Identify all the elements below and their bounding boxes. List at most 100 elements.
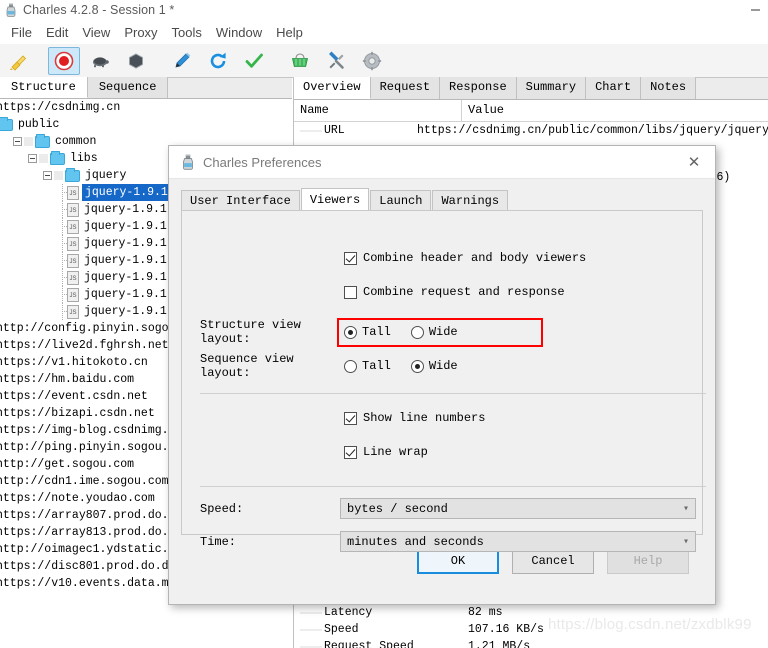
checkbox-box-icon[interactable] [344, 445, 357, 459]
tree-row-label: https://live2d.fghrsh.net [0, 339, 169, 352]
validate-check-icon[interactable] [238, 47, 270, 75]
tab-viewers[interactable]: Viewers [300, 188, 370, 211]
overview-row[interactable]: Request Speed 1.21 MB/s [294, 638, 768, 648]
tab-response[interactable]: Response [440, 77, 517, 99]
dialog-title-bar: Charles Preferences ✕ [169, 146, 715, 179]
tab-summary[interactable]: Summary [516, 77, 587, 99]
tab-request[interactable]: Request [370, 77, 441, 99]
tools-wrench-icon[interactable] [320, 47, 352, 75]
tree-connector [58, 184, 67, 201]
tree-connector [300, 625, 322, 634]
tree-row-label: https://note.youdao.com [0, 492, 155, 505]
clear-session-icon[interactable] [2, 47, 34, 75]
tab-structure[interactable]: Structure [0, 77, 88, 98]
expander-collapse-icon[interactable] [43, 171, 52, 180]
tab-overview[interactable]: Overview [294, 77, 371, 99]
js-file-icon: JS [67, 202, 79, 217]
radio-structure-tall[interactable]: Tall [344, 325, 391, 339]
menu-item-view[interactable]: View [75, 23, 117, 42]
overview-column-headers: Name Value [294, 100, 768, 122]
menu-item-file[interactable]: File [4, 23, 39, 42]
tree-connector [300, 608, 322, 617]
settings-gear-icon[interactable] [356, 47, 388, 75]
throttle-turtle-icon[interactable] [84, 47, 116, 75]
checkbox-box-icon[interactable] [344, 251, 357, 265]
column-header-name: Name [294, 100, 462, 121]
menu-item-proxy[interactable]: Proxy [117, 23, 164, 42]
compose-pen-icon[interactable] [166, 47, 198, 75]
breakpoints-hexagon-icon[interactable] [120, 47, 152, 75]
tree-row-label: https://v10.events.data.micro [0, 577, 197, 590]
checkbox-combine-header-body[interactable]: Combine header and body viewers [344, 251, 586, 265]
tree-row-label: public [18, 118, 60, 131]
tab-user-interface[interactable]: User Interface [181, 190, 300, 211]
radio-structure-wide[interactable]: Wide [410, 325, 458, 339]
js-file-icon: JS [67, 287, 79, 302]
close-icon[interactable]: ✕ [673, 146, 715, 179]
dialog-tabs: User Interface Viewers Launch Warnings [181, 188, 703, 211]
radio-dot-icon[interactable] [344, 359, 357, 373]
menu-item-edit[interactable]: Edit [39, 23, 75, 42]
tree-connector [58, 218, 67, 235]
tree-connector [300, 126, 322, 135]
tab-sequence[interactable]: Sequence [87, 77, 169, 98]
speed-value: bytes / second [347, 501, 448, 516]
tree-row[interactable]: public [0, 116, 292, 133]
checkbox-line-wrap[interactable]: Line wrap [344, 445, 428, 459]
speed-select[interactable]: bytes / second ▾ [340, 498, 696, 519]
tree-row-label: jquery-1.9.1. [84, 237, 174, 250]
window-controls [742, 0, 768, 20]
menu-item-tools[interactable]: Tools [165, 23, 209, 42]
tree-row[interactable]: https://csdnimg.cn [0, 99, 292, 116]
tree-connector [54, 171, 63, 180]
expander-collapse-icon[interactable] [28, 154, 37, 163]
overview-row-value: 1.21 MB/s [468, 640, 531, 648]
checkbox-box-icon[interactable] [344, 411, 357, 425]
tab-chart[interactable]: Chart [586, 77, 642, 99]
minimize-button[interactable] [742, 0, 768, 20]
js-file-icon: JS [67, 253, 79, 268]
radio-sequence-wide[interactable]: Wide [410, 359, 458, 373]
tab-notes[interactable]: Notes [641, 77, 697, 99]
radio-dot-icon[interactable] [344, 325, 357, 339]
speed-label: Speed: [200, 501, 244, 516]
tree-row-label: jquery-1.9.1. [82, 184, 178, 201]
checkbox-box-icon[interactable] [344, 285, 357, 299]
radio-dot-icon[interactable] [410, 359, 424, 373]
tree-row-label: https://v1.hitokoto.cn [0, 356, 148, 369]
js-file-icon: JS [67, 219, 79, 234]
radio-sequence-tall[interactable]: Tall [344, 359, 391, 373]
record-toggle-icon[interactable] [48, 46, 80, 75]
speed-setting-row: Speed: bytes / second ▾ [200, 498, 696, 519]
repeat-refresh-icon[interactable] [202, 47, 234, 75]
tree-connector [58, 303, 67, 320]
overview-row[interactable]: URL https://csdnimg.cn/public/common/libs… [294, 122, 768, 139]
overview-row-name: Request Speed [294, 638, 462, 648]
menu-item-help[interactable]: Help [269, 23, 310, 42]
tree-row-label: https://disc801.prod.do.dsp.n [0, 560, 197, 573]
tree-connector [58, 286, 67, 303]
checkbox-show-line-numbers[interactable]: Show line numbers [344, 411, 485, 425]
time-value: minutes and seconds [347, 534, 484, 549]
checkbox-combine-request-response[interactable]: Combine request and response [344, 285, 565, 299]
folder-icon [65, 167, 80, 182]
divider [200, 393, 706, 394]
expander-collapse-icon[interactable] [13, 137, 22, 146]
watermark: https://blog.csdn.net/zxdblk99 [548, 616, 752, 633]
tree-row-label: jquery-1.9.1. [84, 288, 174, 301]
tree-row-label: libs [70, 152, 98, 165]
menu-item-window[interactable]: Window [209, 23, 269, 42]
tab-warnings[interactable]: Warnings [432, 190, 509, 211]
tree-row-label: https://event.csdn.net [0, 390, 148, 403]
tree-row-label: http://get.sogou.com [0, 458, 135, 471]
structure-view-layout-label: Structure view layout: [200, 318, 301, 346]
tree-row-label: https://csdnimg.cn [0, 101, 121, 114]
radio-dot-icon[interactable] [410, 325, 424, 339]
viewers-settings-pane: Combine header and body viewers Combine … [181, 210, 706, 552]
tab-launch[interactable]: Launch [370, 190, 432, 211]
tree-connector [58, 235, 67, 252]
tools-basket-icon[interactable] [284, 47, 316, 75]
tree-connector [58, 201, 67, 218]
time-select[interactable]: minutes and seconds ▾ [340, 531, 696, 552]
tree-row-label: https://img-blog.csdnimg.cn [0, 424, 183, 437]
